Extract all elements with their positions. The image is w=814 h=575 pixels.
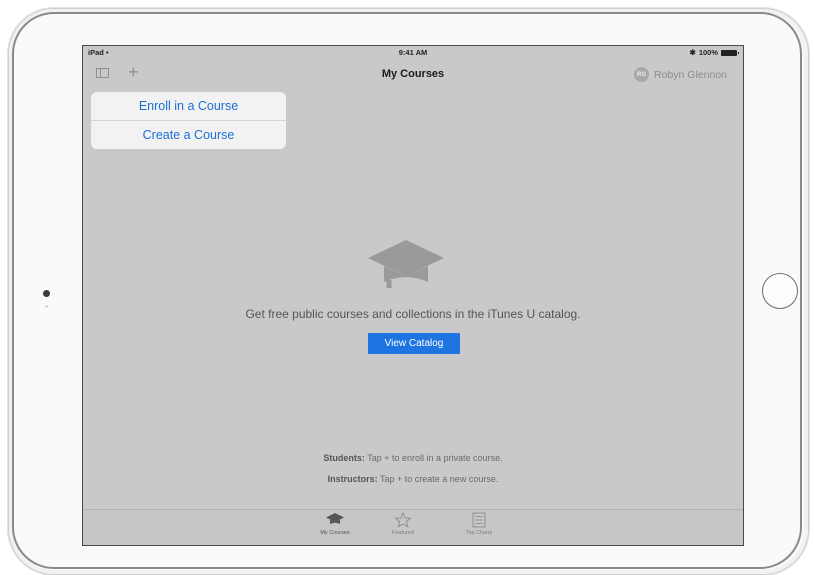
students-text: Tap + to enroll in a private course. <box>364 453 503 463</box>
tab-label: Top Charts <box>465 530 493 536</box>
students-label: Students: <box>323 453 365 463</box>
bluetooth-icon: ✱ <box>689 48 696 57</box>
light-sensor <box>45 305 48 308</box>
screen: iPad • 9:41 AM ✱ 100% + My Courses RG Ro… <box>82 45 744 546</box>
user-profile[interactable]: RG Robyn Glennon <box>634 67 727 82</box>
add-popover: Enroll in a Course Create a Course <box>91 92 286 149</box>
avatar: RG <box>634 67 650 82</box>
graduation-cap-icon <box>368 240 444 288</box>
tab-bar: My Courses Featured Top Charts <box>83 509 743 545</box>
students-hint: Students: Tap + to enroll in a private c… <box>83 453 743 463</box>
tab-top-charts[interactable]: Top Charts <box>449 512 509 536</box>
status-time: 9:41 AM <box>398 48 428 57</box>
enroll-course-menu-item[interactable]: Enroll in a Course <box>91 92 286 120</box>
user-name: Robyn Glennon <box>654 68 727 81</box>
instructors-hint: Instructors: Tap + to create a new cours… <box>83 474 743 484</box>
view-catalog-button[interactable]: View Catalog <box>368 333 460 354</box>
tab-label: Featured <box>391 530 414 536</box>
tab-featured[interactable]: Featured <box>373 512 433 536</box>
battery-icon <box>721 49 739 56</box>
navigation-bar: + My Courses RG Robyn Glennon <box>83 60 743 90</box>
instructors-label: Instructors: <box>327 474 378 484</box>
camera <box>43 290 50 297</box>
home-button[interactable] <box>762 273 798 309</box>
list-icon <box>472 512 486 528</box>
tab-my-courses[interactable]: My Courses <box>305 512 365 536</box>
status-right: ✱ 100% <box>689 48 739 57</box>
status-bar: iPad • 9:41 AM ✱ 100% <box>83 46 743 60</box>
empty-state-message: Get free public courses and collections … <box>245 307 581 321</box>
instructors-text: Tap + to create a new course. <box>377 474 499 484</box>
battery-percent: 100% <box>698 48 718 57</box>
create-course-menu-item[interactable]: Create a Course <box>91 121 286 149</box>
star-icon <box>394 512 412 528</box>
tab-label: My Courses <box>320 530 350 536</box>
graduation-cap-icon <box>326 513 344 524</box>
